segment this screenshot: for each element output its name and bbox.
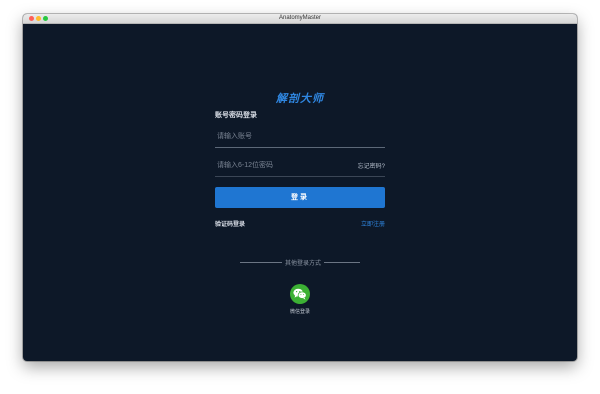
login-button[interactable]: 登录 xyxy=(215,187,385,208)
account-field xyxy=(215,127,385,148)
login-panel: 解剖大师 账号密码登录 忘记密码? 登录 验证码登录 立即注册 其他登录方式 xyxy=(23,24,577,361)
account-input[interactable] xyxy=(217,127,347,145)
window-title: AnatomyMaster xyxy=(278,15,321,21)
title-bar: AnatomyMaster xyxy=(23,14,577,24)
divider-right xyxy=(324,262,360,263)
app-window: AnatomyMaster 解剖大师 账号密码登录 忘记密码? 登录 验证码登录… xyxy=(23,14,577,361)
forgot-password-link[interactable]: 忘记密码? xyxy=(358,161,385,170)
app-title: 解剖大师 xyxy=(276,93,324,105)
wechat-login-label: 微信登录 xyxy=(289,309,310,315)
login-mode-label: 账号密码登录 xyxy=(215,112,257,119)
register-link[interactable]: 立即注册 xyxy=(361,219,385,228)
other-login-label: 其他登录方式 xyxy=(284,261,321,267)
wechat-login-button[interactable] xyxy=(290,284,310,304)
wechat-icon xyxy=(293,288,307,300)
password-field: 忘记密码? xyxy=(215,156,385,177)
sms-login-link[interactable]: 验证码登录 xyxy=(215,219,245,228)
divider-left xyxy=(240,262,282,263)
password-input[interactable] xyxy=(217,156,347,174)
